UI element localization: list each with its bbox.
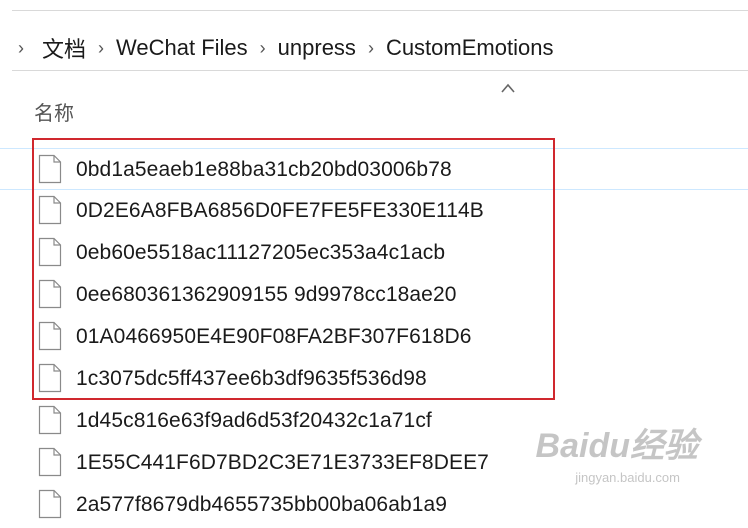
file-row[interactable]: 1c3075dc5ff437ee6b3df9635f536d98	[0, 358, 748, 400]
file-icon	[38, 237, 62, 267]
file-name: 2a577f8679db4655735bb00ba06ab1a9	[76, 493, 448, 516]
file-row[interactable]: 01A0466950E4E90F08FA2BF307F618D6	[0, 316, 748, 358]
chevron-right-icon[interactable]: ›	[86, 38, 116, 59]
file-name: 0eb60e5518ac11127205ec353a4c1acb	[76, 241, 446, 264]
file-icon	[38, 447, 62, 477]
breadcrumb-item-documents[interactable]: 文档	[42, 32, 86, 64]
breadcrumb-item-customemotions[interactable]: CustomEmotions	[386, 35, 554, 61]
file-row[interactable]: 0D2E6A8FBA6856D0FE7FE5FE330E114B	[0, 190, 748, 232]
baidu-watermark: Baidu经验	[535, 427, 698, 465]
file-icon	[38, 154, 62, 184]
breadcrumb-item-wechat-files[interactable]: WeChat Files	[116, 35, 248, 61]
file-icon	[38, 279, 62, 309]
file-name: 0D2E6A8FBA6856D0FE7FE5FE330E114B	[76, 199, 484, 222]
file-icon	[38, 321, 62, 351]
file-icon	[38, 363, 62, 393]
file-row[interactable]: 0ee680361362909155 9d9978cc18ae20	[0, 274, 748, 316]
chevron-right-icon[interactable]: ›	[248, 38, 278, 59]
breadcrumb: › 文档 › WeChat Files › unpress › CustomEm…	[0, 26, 748, 70]
file-icon	[38, 195, 62, 225]
file-name: 1E55C441F6D7BD2C3E71E3733EF8DEE7	[76, 451, 489, 474]
file-icon	[38, 405, 62, 435]
chevron-right-icon[interactable]: ›	[356, 38, 386, 59]
sort-ascending-icon	[501, 83, 515, 93]
file-name: 0ee680361362909155 9d9978cc18ae20	[76, 283, 457, 306]
chevron-right-icon[interactable]: ›	[0, 38, 42, 59]
file-name: 0bd1a5eaeb1e88ba31cb20bd03006b78	[76, 158, 452, 181]
file-name: 01A0466950E4E90F08FA2BF307F618D6	[76, 325, 472, 348]
file-name: 1c3075dc5ff437ee6b3df9635f536d98	[76, 367, 427, 390]
breadcrumb-item-unpress[interactable]: unpress	[278, 35, 356, 61]
column-header-name[interactable]: 名称	[34, 97, 74, 126]
breadcrumb-divider	[12, 70, 748, 71]
top-divider	[12, 10, 748, 11]
file-name: 1d45c816e63f9ad6d53f20432c1a71cf	[76, 409, 432, 432]
baidu-watermark-url: jingyan.baidu.com	[575, 470, 680, 485]
file-row[interactable]: 0bd1a5eaeb1e88ba31cb20bd03006b78	[0, 148, 748, 190]
file-icon	[38, 489, 62, 519]
file-row[interactable]: 0eb60e5518ac11127205ec353a4c1acb	[0, 232, 748, 274]
file-row[interactable]: 2a577f8679db4655735bb00ba06ab1a9	[0, 484, 748, 526]
